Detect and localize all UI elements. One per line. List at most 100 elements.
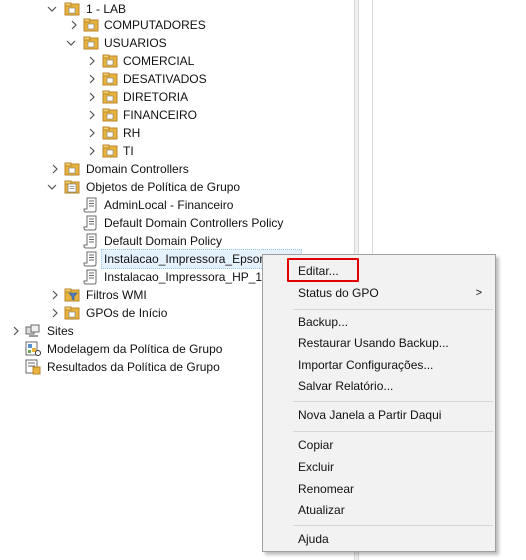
modeling-icon <box>25 341 41 357</box>
tree-node-label: Resultados da Política de Grupo <box>47 360 220 374</box>
menu-item-help[interactable]: Ajuda <box>264 529 494 549</box>
tree-node-label: Instalacao_Impressora_HP_1102 <box>104 270 282 284</box>
tree-node-comercial[interactable]: COMERCIAL <box>0 52 260 70</box>
tree-node-domain-controllers[interactable]: Domain Controllers <box>0 160 240 178</box>
tree-node-label: Objetos de Política de Grupo <box>86 180 241 194</box>
folder-icon <box>102 107 118 123</box>
tree-node-gp-modeling[interactable]: Modelagem da Política de Grupo <box>0 340 260 358</box>
menu-item-copy[interactable]: Copiar <box>264 435 494 455</box>
tree-node-desativados[interactable]: DESATIVADOS <box>0 70 260 88</box>
tree-node-rh[interactable]: RH <box>0 124 200 142</box>
menu-item-new-window[interactable]: Nova Janela a Partir Daqui <box>264 405 494 425</box>
tree-node-sites[interactable]: Sites <box>0 322 160 340</box>
tree-node-usuarios[interactable]: USUARIOS <box>0 34 240 52</box>
gpo-script-icon <box>83 269 99 285</box>
tree-node-label: RH <box>123 126 141 140</box>
menu-item-label: Restaurar Usando Backup... <box>298 336 449 350</box>
context-menu: Editar... Status do GPO > Backup... Rest… <box>262 254 496 552</box>
menu-item-label: Nova Janela a Partir Daqui <box>298 408 442 422</box>
menu-separator <box>293 431 493 432</box>
folder-icon <box>64 161 80 177</box>
tree-node-label: FINANCEIRO <box>123 108 198 122</box>
tree-node-label: DIRETORIA <box>123 90 189 104</box>
chevron-right-icon[interactable] <box>87 110 97 120</box>
tree-node-label: Modelagem da Política de Grupo <box>47 342 223 356</box>
menu-item-gpo-status[interactable]: Status do GPO > <box>264 283 494 303</box>
menu-item-label: Atualizar <box>298 503 345 517</box>
menu-item-backup[interactable]: Backup... <box>264 312 494 332</box>
menu-item-delete[interactable]: Excluir <box>264 457 494 477</box>
chevron-down-icon[interactable] <box>47 4 57 14</box>
tree-node-wmi-filters[interactable]: Filtros WMI <box>0 286 200 304</box>
tree-node-gpo-hp[interactable]: Instalacao_Impressora_HP_1102 <box>0 268 300 286</box>
edit-highlight-box <box>287 258 359 282</box>
tree-node-label: GPOs de Início <box>86 306 168 320</box>
chevron-right-icon[interactable] <box>87 92 97 102</box>
menu-item-rename[interactable]: Renomear <box>264 479 494 499</box>
tree-node-label: Domain Controllers <box>86 162 189 176</box>
tree-node-label: TI <box>123 144 134 158</box>
chevron-down-icon[interactable] <box>47 182 57 192</box>
menu-item-label: Ajuda <box>298 532 329 546</box>
menu-item-label: Backup... <box>298 315 349 329</box>
tree-node-label: Default Domain Controllers Policy <box>104 216 284 230</box>
folder-icon <box>83 35 99 51</box>
tree-node-starter-gpos[interactable]: GPOs de Início <box>0 304 200 322</box>
menu-item-label: Renomear <box>298 482 355 496</box>
chevron-right-icon[interactable] <box>69 20 79 30</box>
chevron-right-icon[interactable] <box>87 56 97 66</box>
tree-node-gpo-epson[interactable]: Instalacao_Impressora_Epson_L555 <box>0 249 303 269</box>
folder-icon <box>102 53 118 69</box>
menu-separator <box>293 401 493 402</box>
tree-node-ti[interactable]: TI <box>0 142 200 160</box>
tree-node-gpo-default-dc-policy[interactable]: Default Domain Controllers Policy <box>0 214 300 232</box>
menu-item-label: Status do GPO <box>298 286 379 300</box>
tree-node-computadores[interactable]: COMPUTADORES <box>0 16 240 34</box>
chevron-right-icon[interactable] <box>50 164 60 174</box>
menu-item-label: Salvar Relatório... <box>298 379 394 393</box>
sites-icon <box>25 323 41 339</box>
chevron-right-icon[interactable] <box>50 290 60 300</box>
gpo-script-icon <box>83 215 99 231</box>
menu-item-import-settings[interactable]: Importar Configurações... <box>264 355 494 375</box>
menu-item-label: Copiar <box>298 438 334 452</box>
chevron-right-icon[interactable] <box>87 146 97 156</box>
tree-node-diretoria[interactable]: DIRETORIA <box>0 88 260 106</box>
tree-node-label: COMPUTADORES <box>104 18 206 32</box>
tree-node-gp-results[interactable]: Resultados da Política de Grupo <box>0 358 260 376</box>
tree-node-gpo-objects[interactable]: Objetos de Política de Grupo <box>0 178 260 196</box>
gpo-script-icon <box>83 251 99 267</box>
folder-icon <box>102 143 118 159</box>
tree-node-label: Sites <box>47 324 74 338</box>
folder-icon <box>102 71 118 87</box>
tree-node-label: COMERCIAL <box>123 54 195 68</box>
tree-node-label: USUARIOS <box>104 36 167 50</box>
tree-node-label: AdminLocal - Financeiro <box>104 198 234 212</box>
folder-icon <box>64 305 80 321</box>
menu-item-save-report[interactable]: Salvar Relatório... <box>264 376 494 396</box>
chevron-right-icon[interactable] <box>87 128 97 138</box>
tree-node-label: DESATIVADOS <box>123 72 207 86</box>
menu-item-label: Excluir <box>298 460 335 474</box>
folder-icon <box>102 89 118 105</box>
tree-node-gpo-adminlocal[interactable]: AdminLocal - Financeiro <box>0 196 260 214</box>
folder-icon <box>64 1 80 17</box>
wmi-filter-icon <box>64 287 80 303</box>
chevron-down-icon[interactable] <box>66 38 76 48</box>
tree-node-financeiro[interactable]: FINANCEIRO <box>0 106 260 124</box>
menu-item-refresh[interactable]: Atualizar <box>264 500 494 520</box>
gpo-container-icon <box>64 179 80 195</box>
chevron-right-icon[interactable] <box>11 326 21 336</box>
chevron-right-icon[interactable] <box>50 308 60 318</box>
menu-separator <box>293 309 493 310</box>
submenu-arrow-icon: > <box>475 287 482 299</box>
menu-item-label: Importar Configurações... <box>298 358 434 372</box>
results-icon <box>25 359 41 375</box>
chevron-right-icon[interactable] <box>87 74 97 84</box>
tree-node-gpo-default-domain-policy[interactable]: Default Domain Policy <box>0 232 260 250</box>
menu-item-restore-backup[interactable]: Restaurar Usando Backup... <box>264 333 494 353</box>
folder-icon <box>83 17 99 33</box>
menu-separator <box>293 525 493 526</box>
gpo-script-icon <box>83 233 99 249</box>
folder-icon <box>102 125 118 141</box>
